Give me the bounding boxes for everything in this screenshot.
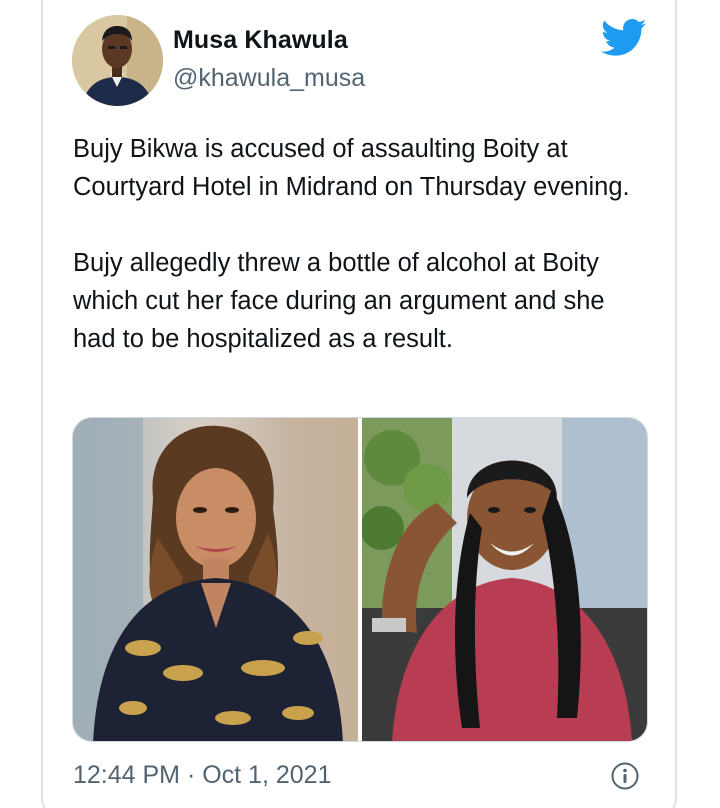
tweet-text: Bujy Bikwa is accused of assaulting Boit… [73,130,653,358]
info-icon[interactable] [611,762,639,790]
author-display-name[interactable]: Musa Khawula [173,26,348,55]
author-handle[interactable]: @khawula_musa [173,64,365,93]
tweet-timestamp[interactable]: 12:44 PM · Oct 1, 2021 [73,761,331,790]
media-photo-right[interactable] [362,418,647,741]
media-photo-left[interactable] [73,418,358,741]
avatar-image [72,15,163,106]
avatar[interactable] [72,15,163,106]
twitter-bird-icon[interactable] [601,18,647,58]
photo-woman [73,418,358,741]
photo-man [362,418,647,741]
tweet-paragraph: Bujy allegedly threw a bottle of alcohol… [73,249,605,353]
screenshot-page: Musa Khawula @khawula_musa Bujy Bikwa is… [0,0,720,808]
tweet-paragraph: Bujy Bikwa is accused of assaulting Boit… [73,135,630,201]
tweet-media [72,417,648,742]
